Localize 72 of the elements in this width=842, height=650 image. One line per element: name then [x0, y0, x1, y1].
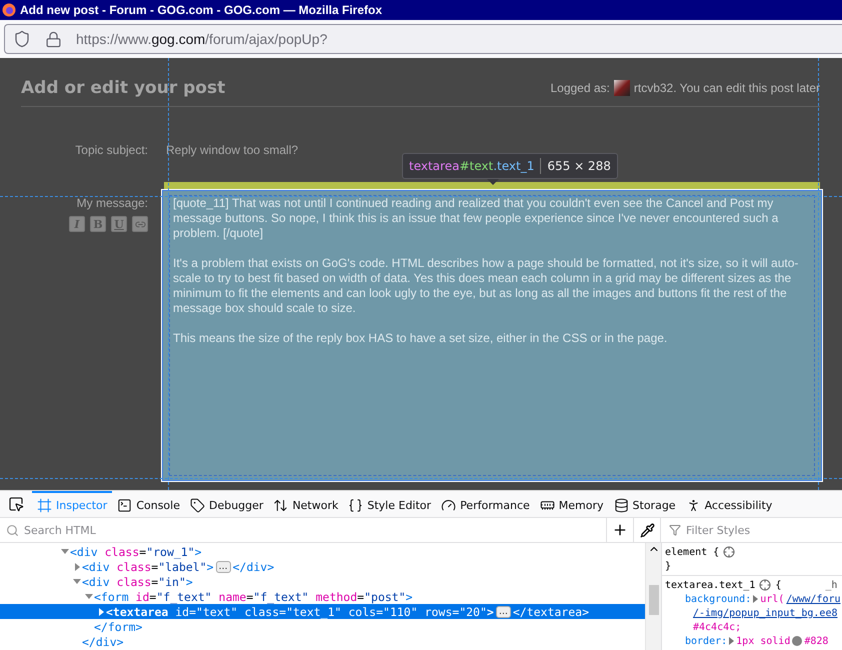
search-field[interactable]: Search HTML: [22, 522, 176, 538]
message-label: My message:: [76, 196, 148, 210]
devtools-tab[interactable]: Performance: [436, 491, 535, 517]
element-size: 655 × 288: [547, 159, 611, 173]
filter-field[interactable]: Filter Styles: [684, 522, 838, 538]
address-field[interactable]: https://www.gog.com/forum/ajax/popUp?: [4, 24, 842, 54]
collapsed-badge[interactable]: …: [496, 606, 511, 618]
filter-icon: [669, 524, 681, 536]
property-value: #4c4c4c;: [693, 622, 742, 632]
logged-as-label: Logged as:: [550, 81, 610, 95]
property-value: #828: [804, 636, 828, 646]
devtools-tab[interactable]: Network: [268, 491, 344, 517]
rule-brace: }: [665, 560, 672, 572]
plus-icon: [612, 522, 628, 538]
rule-brace: {: [775, 580, 782, 590]
url-link[interactable]: /www/foru: [786, 594, 841, 604]
inspector-icon: [37, 498, 52, 512]
markup-line[interactable]: </div>: [0, 634, 645, 649]
devtools-tab[interactable]: Console: [112, 491, 185, 517]
markup-line[interactable]: <div class="row_1">: [0, 544, 645, 559]
markup-line[interactable]: <div class="in">: [0, 574, 645, 589]
message-field[interactable]: [162, 190, 822, 481]
window-title: Add new post - Forum - GOG.com - GOG.com — Mozilla Firefox: [20, 3, 382, 17]
rule-selector: textarea.text_1: [665, 580, 756, 590]
expand-arrow-icon[interactable]: [729, 637, 734, 645]
rule-source: _h: [825, 580, 838, 590]
braces-icon: [348, 498, 364, 512]
avatar-image: [614, 80, 630, 96]
url-link[interactable]: /-img/popup_input_bg.ee8: [693, 608, 838, 618]
console-icon: [117, 498, 132, 512]
devtools-tab[interactable]: Accessibility: [680, 491, 778, 517]
storage-icon: [614, 498, 629, 512]
property-value: 1px solid: [736, 636, 790, 646]
expanded-arrow-icon[interactable]: [60, 549, 70, 554]
devtools-tab[interactable]: Memory: [534, 491, 609, 517]
arrows-icon: [273, 498, 288, 512]
markup-line[interactable]: <div class="label"> … </div>: [0, 559, 645, 574]
topic-value: Reply window too small?: [166, 143, 298, 157]
crosshair-icon[interactable]: [759, 579, 772, 591]
eyedropper-icon: [640, 522, 654, 538]
message-paragraph: This means the size of the reply box HAS to have a set size, either in the CSS or in the page.: [173, 331, 668, 346]
property-name: border:: [685, 636, 728, 646]
devtools-tab[interactable]: Storage: [608, 491, 681, 517]
gauge-icon: [441, 498, 456, 512]
markup-line[interactable]: </form>: [0, 619, 645, 634]
user-note: rtcvb32. You can edit this post later: [634, 81, 820, 95]
devtools-tab[interactable]: Debugger: [184, 491, 268, 517]
markup-line[interactable]: <form id="f_text" name="f_text" method="post">: [0, 589, 645, 604]
element-selector: textarea#text.text_1: [409, 159, 534, 173]
page-heading: Add or edit your post: [21, 78, 226, 98]
collapsed-badge[interactable]: …: [216, 560, 231, 572]
crosshair-icon[interactable]: [723, 546, 736, 558]
devtools-tab[interactable]: Style Editor: [343, 491, 436, 517]
pointer-icon: [8, 496, 24, 512]
color-swatch[interactable]: [792, 636, 802, 646]
scrollbar-thumb[interactable]: [648, 585, 658, 615]
message-paragraph: [quote_11] That was not until I continued reading and realized that you couldn't even see the Cancel and Post my message buttons. So nope, I think this is an issue that few people experience since I've never encountered such a problem. [/quote]: [173, 196, 780, 241]
lock-icon[interactable]: [45, 30, 62, 48]
browser-logo-icon: [2, 3, 16, 17]
shield-icon[interactable]: [13, 30, 31, 48]
property-value: url(: [760, 594, 784, 604]
rule-selector: element {: [665, 546, 720, 558]
collapsed-arrow-icon[interactable]: [96, 608, 106, 616]
expanded-arrow-icon[interactable]: [84, 594, 94, 599]
property-name: background:: [685, 594, 752, 604]
message-paragraph: It's a problem that exists on GoG's code. HTML describes how a page should be formatted, not it's size, so it will auto-scale to try to best fit based on width of data. Yes this does mean each column in a grid may be different sizes as the minimum to fit the elements and can look ugly to the eye, but as long as all the images and buttons fit the rest of the message box should scale to size.: [173, 256, 800, 316]
expanded-arrow-icon[interactable]: [72, 579, 82, 584]
topic-label: Topic subject:: [75, 143, 148, 157]
tag-icon: [190, 498, 205, 512]
collapsed-arrow-icon[interactable]: [72, 562, 82, 570]
expand-arrow-icon[interactable]: [753, 595, 758, 603]
search-icon: [6, 524, 19, 536]
